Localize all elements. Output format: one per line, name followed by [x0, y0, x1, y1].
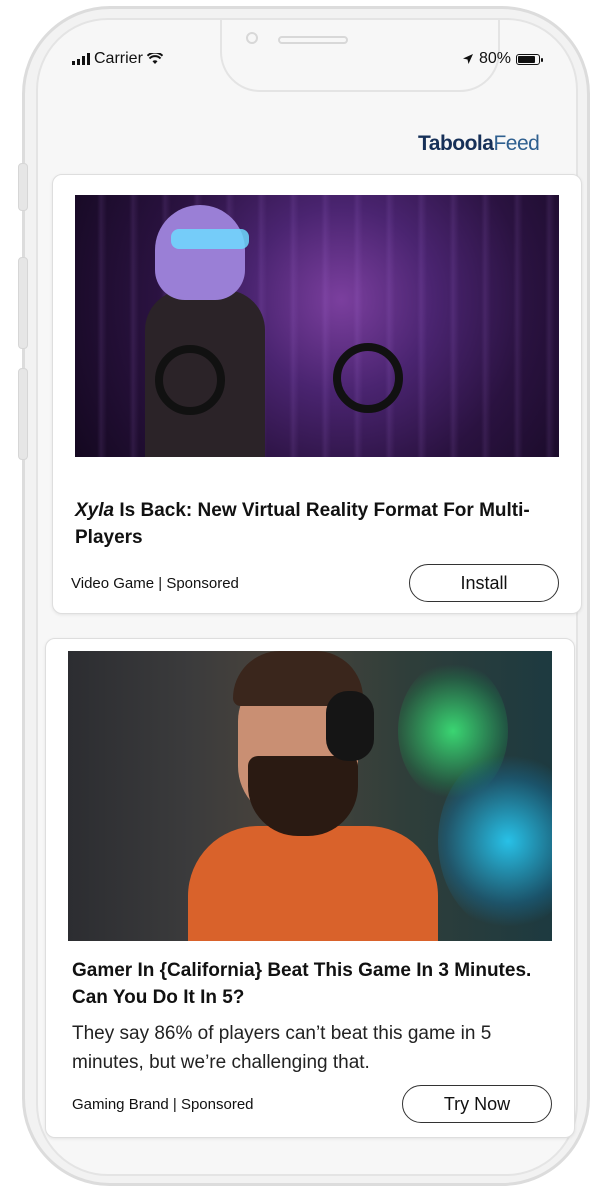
taboola-feed-logo: TaboolaFeed [418, 132, 540, 156]
signal-icon [72, 53, 90, 65]
volume-up-button [18, 257, 28, 349]
camera-icon [246, 32, 258, 44]
volume-down-button [18, 368, 28, 460]
ad-card-gamer[interactable]: Gamer In {California} Beat This Game In … [45, 638, 575, 1138]
brand-suffix: Feed [493, 132, 540, 155]
speaker-grille [278, 36, 348, 44]
card-title[interactable]: Gamer In {California} Beat This Game In … [72, 957, 542, 1011]
try-now-button[interactable]: Try Now [402, 1085, 552, 1123]
card-description: They say 86% of players can’t beat this … [72, 1023, 492, 1073]
wifi-icon [146, 53, 163, 64]
ad-card-xyla[interactable]: Xyla Is Back: New Virtual Reality Format… [52, 174, 582, 614]
carrier-name: Carrier [94, 50, 143, 67]
location-arrow-icon [463, 54, 473, 64]
card-source: Gaming Brand | Sponsored [72, 1096, 254, 1113]
install-button[interactable]: Install [409, 564, 559, 602]
battery-percentage: 80% [479, 50, 512, 67]
notch [220, 20, 500, 92]
vr-player-image[interactable] [75, 195, 559, 457]
mute-switch [18, 163, 28, 211]
card-title[interactable]: Xyla Is Back: New Virtual Reality Format… [75, 497, 565, 551]
gamer-image[interactable] [68, 651, 552, 941]
status-bar-left: Carrier [72, 50, 163, 68]
card-source: Video Game | Sponsored [71, 575, 239, 592]
status-bar-right: 80% [462, 50, 544, 68]
brand-name: Taboola [418, 132, 494, 155]
battery-icon [516, 53, 544, 65]
